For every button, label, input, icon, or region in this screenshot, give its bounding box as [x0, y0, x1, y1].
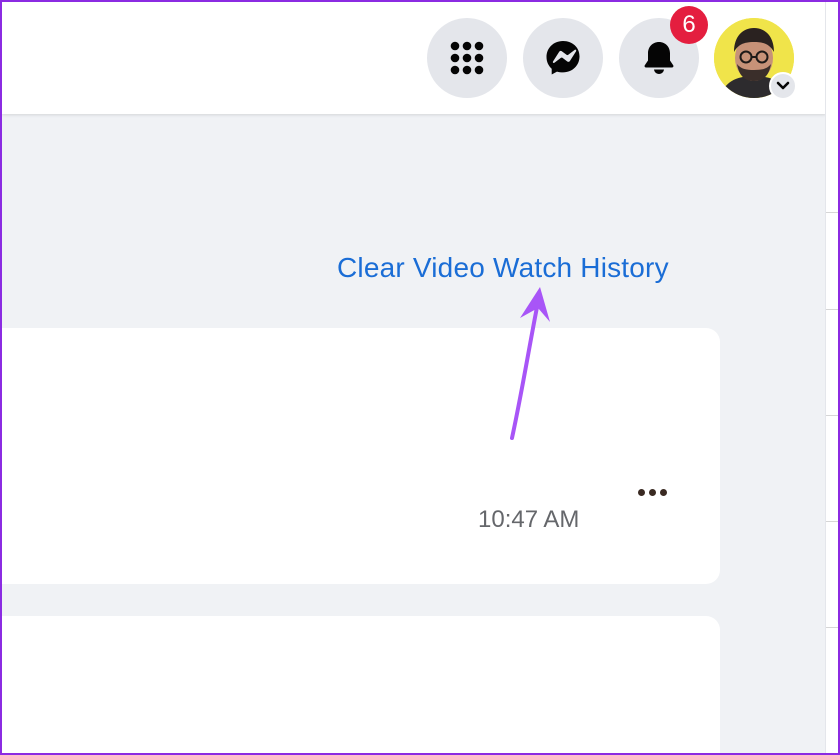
notification-count-badge: 6: [670, 6, 708, 44]
app-window: 6 Clear Video Watch History 10:47 AM: [0, 0, 840, 755]
scrollbar-divider: [826, 521, 838, 522]
watch-history-item: [2, 328, 720, 584]
notification-count: 6: [682, 11, 696, 38]
bell-icon: [644, 42, 674, 74]
watch-history-item: [2, 616, 720, 753]
top-navigation-bar: 6: [2, 2, 826, 114]
scrollbar-divider: [826, 415, 838, 416]
grid-menu-icon: [450, 41, 484, 75]
chevron-down-icon: [776, 81, 790, 90]
more-options-icon: [659, 488, 667, 496]
messenger-icon: [546, 41, 580, 75]
more-options-icon: [648, 488, 656, 496]
scrollbar-divider: [826, 627, 838, 628]
scrollbar[interactable]: [825, 2, 838, 753]
more-options-icon: [637, 488, 645, 496]
menu-button[interactable]: [427, 18, 507, 98]
clear-video-watch-history-link[interactable]: Clear Video Watch History: [337, 252, 669, 284]
scrollbar-divider: [826, 212, 838, 213]
item-timestamp: 10:47 AM: [478, 506, 580, 533]
account-menu-button[interactable]: [769, 72, 797, 100]
more-options-button[interactable]: [632, 480, 672, 504]
scrollbar-divider: [826, 309, 838, 310]
messenger-button[interactable]: [523, 18, 603, 98]
